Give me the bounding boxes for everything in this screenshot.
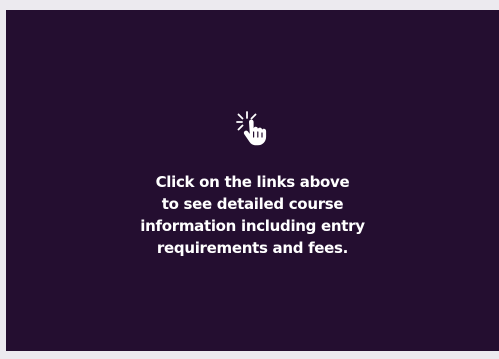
message-line-2: to see detailed course bbox=[161, 195, 344, 213]
message-line-4: requirements and fees. bbox=[156, 239, 349, 257]
message-line-3: information including entry bbox=[140, 217, 365, 235]
course-info-message: Click on the links above to see detailed… bbox=[103, 171, 403, 259]
click-hand-icon bbox=[230, 107, 276, 153]
message-line-1: Click on the links above bbox=[155, 173, 350, 191]
page-background: Click on the links above to see detailed… bbox=[0, 0, 499, 359]
info-panel: Click on the links above to see detailed… bbox=[6, 10, 499, 351]
